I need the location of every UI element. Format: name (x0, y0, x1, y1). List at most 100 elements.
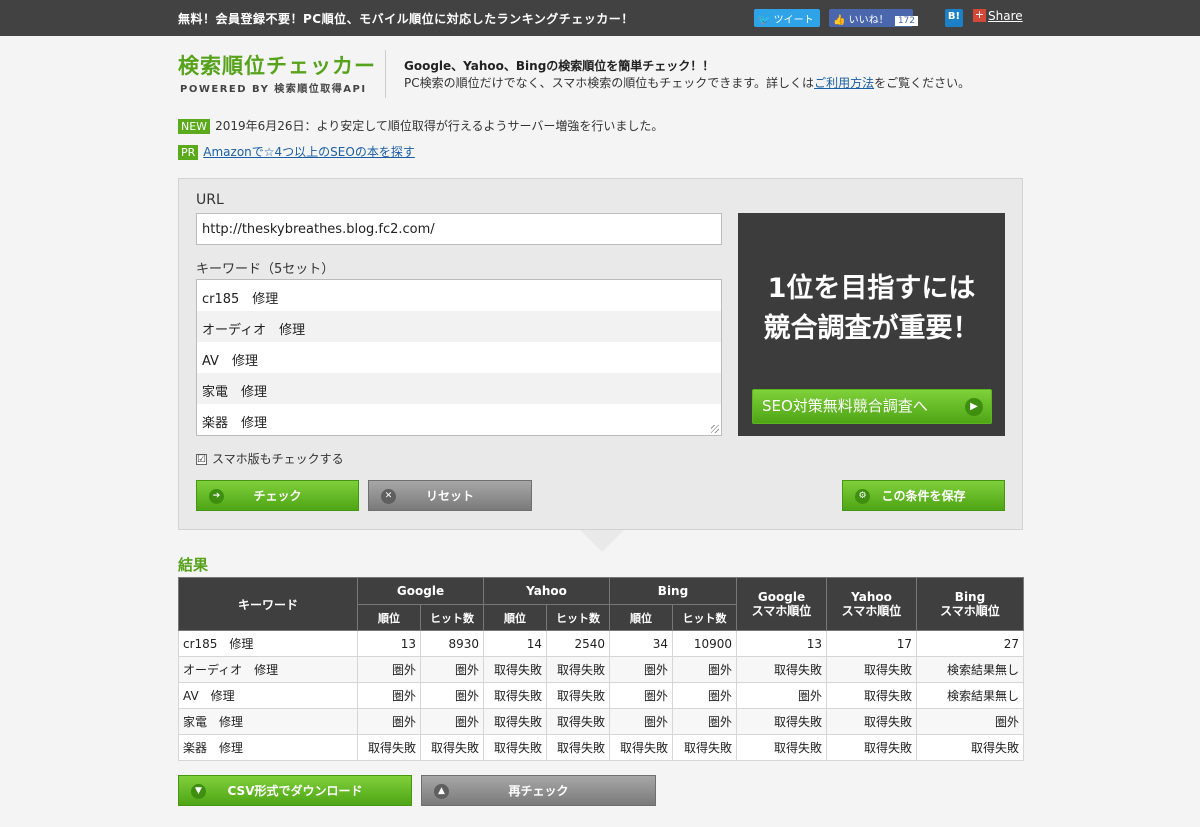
yahoo-rank-cell: 取得失敗 (483, 708, 547, 735)
bing-rank-cell: 取得失敗 (609, 734, 673, 761)
save-conditions-button[interactable]: ⚙ この条件を保存 (842, 480, 1005, 511)
reset-button[interactable]: ✕ リセット (368, 480, 532, 511)
news-text: 2019年6月26日：より安定して順位取得が行えるようサーバー増強を行いました。 (215, 119, 664, 133)
csv-button-label: CSV形式でダウンロード (227, 784, 363, 798)
smartphone-check-label: スマホ版もチェックする (212, 452, 344, 466)
hatena-bookmark-button[interactable]: B! (945, 9, 963, 27)
google-hits-header: ヒット数 (420, 604, 484, 631)
google-sp-rank-cell: 取得失敗 (736, 708, 827, 735)
recheck-button[interactable]: ▲ 再チェック (421, 775, 656, 806)
bing-sp-column-header: Bing スマホ順位 (916, 577, 1024, 631)
yahoo-sp-rank-cell: 取得失敗 (826, 734, 917, 761)
arrow-right-icon: ➔ (209, 489, 224, 504)
bing-hits-header: ヒット数 (672, 604, 737, 631)
logo-subtitle: POWERED BY 検索順位取得API (180, 84, 367, 95)
keyword-cell: AV 修理 (178, 682, 358, 709)
header-desc-before: PC検索の順位だけでなく、スマホ検索の順位もチェックできます。詳しくは (404, 76, 815, 90)
google-rank-cell: 圏外 (357, 682, 421, 709)
seo-research-button-label: SEO対策無料競合調査へ (762, 397, 928, 415)
bing-column-header: Bing (609, 577, 737, 605)
bing-hits-cell: 10900 (672, 630, 737, 657)
google-sp-header-2: スマホ順位 (751, 604, 812, 618)
seo-research-button[interactable]: SEO対策無料競合調査へ ▶ (752, 389, 992, 424)
arrow-up-icon: ▲ (434, 784, 449, 799)
google-rank-cell: 13 (357, 630, 421, 657)
header-lead: Google、Yahoo、Bingの検索順位を簡単チェック！！ (404, 59, 715, 73)
url-input[interactable] (196, 213, 722, 245)
amazon-seo-books-link[interactable]: Amazonで☆4つ以上のSEOの本を探す (203, 145, 415, 159)
yahoo-rank-cell: 取得失敗 (483, 734, 547, 761)
csv-download-button[interactable]: ▼ CSV形式でダウンロード (178, 775, 412, 806)
google-hits-cell: 圏外 (420, 656, 484, 683)
table-row: オーディオ 修理 圏外 圏外 取得失敗 取得失敗 圏外 圏外 取得失敗 取得失敗 検索結果無し (178, 656, 1024, 683)
google-sp-rank-cell: 取得失敗 (736, 734, 827, 761)
keyword-cell: cr185 修理 (178, 630, 358, 657)
google-column-header: Google (357, 577, 484, 605)
pr-badge: PR (178, 145, 199, 160)
keyword-line: AV 修理 (202, 354, 258, 369)
smartphone-checkbox[interactable]: ☑ (196, 454, 207, 465)
table-row: 楽器 修理 取得失敗 取得失敗 取得失敗 取得失敗 取得失敗 取得失敗 取得失敗 取得失敗 取得失… (178, 734, 1024, 761)
check-button[interactable]: ➔ チェック (196, 480, 359, 511)
usage-guide-link[interactable]: ご利用方法 (814, 76, 874, 90)
keyword-line: オーディオ 修理 (197, 311, 721, 342)
google-sp-column-header: Google スマホ順位 (736, 577, 827, 631)
google-sp-rank-cell: 圏外 (736, 682, 827, 709)
google-hits-cell: 圏外 (420, 682, 484, 709)
arrow-down-icon: ▼ (191, 784, 206, 799)
google-hits-cell: 取得失敗 (420, 734, 484, 761)
smartphone-check-option[interactable]: ☑ スマホ版もチェックする (196, 450, 344, 467)
save-button-label: この条件を保存 (881, 489, 966, 503)
header-divider (385, 50, 386, 98)
keyword-cell: 家電 修理 (178, 708, 358, 735)
url-label: URL (196, 192, 224, 208)
logo-title[interactable]: 検索順位チェッカー (178, 50, 376, 80)
close-icon: ✕ (381, 489, 396, 504)
ad-headline-line1: 1位を目指すには (767, 273, 976, 304)
keywords-textarea[interactable]: cr185 修理 オーディオ 修理 AV 修理 家電 修理 楽器 修理 (196, 279, 722, 436)
bing-sp-rank-cell: 取得失敗 (916, 734, 1024, 761)
tweet-button[interactable]: 🐦 ツイート (754, 9, 820, 27)
bing-rank-cell: 圏外 (609, 656, 673, 683)
share-button[interactable]: + Share (973, 9, 1025, 27)
bing-hits-cell: 取得失敗 (672, 734, 737, 761)
bing-hits-cell: 圏外 (672, 708, 737, 735)
twitter-bird-icon: 🐦 (758, 15, 771, 26)
bing-sp-header-2: スマホ順位 (940, 604, 1000, 618)
bing-sp-rank-cell: 27 (916, 630, 1024, 657)
yahoo-sp-rank-cell: 取得失敗 (826, 682, 917, 709)
tweet-label: ツイート (773, 15, 814, 26)
yahoo-rank-cell: 取得失敗 (483, 682, 547, 709)
yahoo-sp-header-2: スマホ順位 (841, 604, 902, 618)
table-row: cr185 修理 13 8930 14 2540 34 10900 13 17 27 (178, 630, 1024, 657)
yahoo-rank-cell: 取得失敗 (483, 656, 547, 683)
bing-sp-header-1: Bing (954, 590, 986, 604)
keyword-cell: オーディオ 修理 (178, 656, 358, 683)
bing-hits-cell: 圏外 (672, 682, 737, 709)
yahoo-column-header: Yahoo (483, 577, 610, 605)
bing-hits-cell: 圏外 (672, 656, 737, 683)
panel-arrow (580, 530, 624, 552)
table-row: AV 修理 圏外 圏外 取得失敗 取得失敗 圏外 圏外 圏外 取得失敗 検索結果無し (178, 682, 1024, 709)
top-bar: 無料！会員登録不要！PC順位、モバイル順位に対応したランキングチェッカー！ 🐦 … (0, 0, 1200, 36)
bing-sp-rank-cell: 圏外 (916, 708, 1024, 735)
reset-button-label: リセット (425, 489, 474, 503)
keyword-line: 家電 修理 (197, 373, 721, 404)
like-count: 172 (894, 16, 919, 26)
competitor-research-ad[interactable]: 1位を目指すには 競合調査が重要！ SEO対策無料競合調査へ ▶ (738, 213, 1005, 436)
yahoo-hits-cell: 取得失敗 (546, 708, 610, 735)
site-tagline: 無料！会員登録不要！PC順位、モバイル順位に対応したランキングチェッカー！ (178, 12, 634, 26)
like-button[interactable]: 👍 いいね！ 172 (829, 9, 919, 27)
header-desc-after: をご覧ください。 (874, 76, 971, 90)
arrow-right-icon: ▶ (965, 398, 983, 416)
yahoo-sp-rank-cell: 取得失敗 (826, 656, 917, 683)
yahoo-rank-header: 順位 (483, 604, 547, 631)
bing-sp-rank-cell: 検索結果無し (916, 656, 1024, 683)
header-description: PC検索の順位だけでなく、スマホ検索の順位もチェックできます。詳しくはご利用方法… (404, 74, 970, 91)
resize-grip-icon[interactable] (711, 425, 719, 433)
google-rank-cell: 取得失敗 (357, 734, 421, 761)
thumbs-up-icon: 👍 (833, 15, 846, 26)
results-table: キーワード Google Yahoo Bing Google スマホ順位 Yah… (178, 577, 1024, 761)
pr-item: PR Amazonで☆4つ以上のSEOの本を探す (178, 143, 415, 160)
bing-rank-cell: 34 (609, 630, 673, 657)
